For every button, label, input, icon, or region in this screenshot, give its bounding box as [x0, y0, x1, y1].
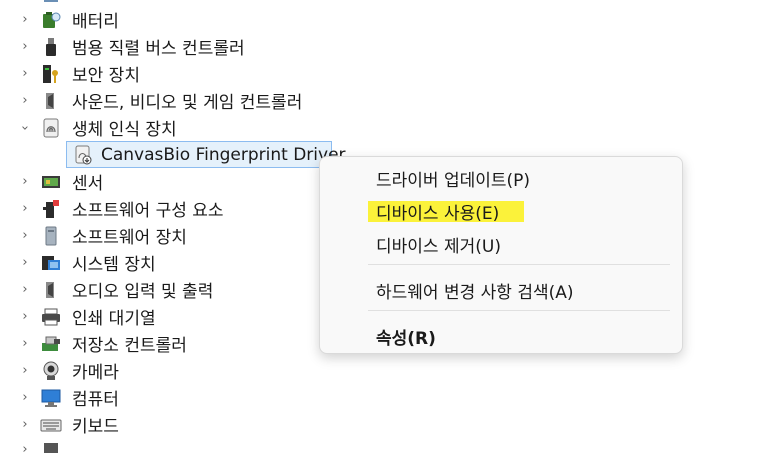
sensor-icon: [40, 171, 62, 193]
tree-item-label: 카메라: [72, 363, 119, 383]
chevron-right-icon[interactable]: ›: [18, 39, 32, 54]
menu-separator: [368, 310, 670, 311]
computer-icon: [40, 387, 62, 409]
fingerprint-icon: [72, 144, 94, 166]
menu-item-uninstall-device[interactable]: 디바이스 제거(U): [376, 232, 501, 257]
tree-item-label: 오디오 입력 및 출력: [72, 282, 214, 302]
software-device-icon: [40, 225, 62, 247]
tree-item-label: 소프트웨어 구성 요소: [72, 201, 224, 221]
menu-item-scan-hardware-changes[interactable]: 하드웨어 변경 사항 검색(A): [376, 278, 574, 303]
storage-controller-icon: [40, 333, 62, 355]
tree-item-label: 사운드, 비디오 및 게임 컨트롤러: [72, 93, 303, 113]
battery-icon: [40, 9, 62, 31]
chevron-right-icon[interactable]: ›: [18, 442, 32, 457]
menu-item-properties[interactable]: 속성(R): [376, 324, 436, 349]
chevron-right-icon[interactable]: ›: [18, 363, 32, 378]
security-device-icon: [40, 63, 62, 85]
camera-icon: [40, 360, 62, 382]
software-component-icon: [40, 198, 62, 220]
chevron-right-icon[interactable]: ›: [18, 255, 32, 270]
tree-item-label: CanvasBio Fingerprint Driver: [101, 144, 346, 165]
device-icon: [40, 0, 62, 8]
chevron-right-icon[interactable]: ›: [18, 66, 32, 81]
chevron-right-icon[interactable]: ›: [18, 309, 32, 324]
chevron-down-icon[interactable]: ›: [18, 121, 33, 135]
tree-item-label: 컴퓨터: [72, 390, 119, 410]
chevron-right-icon[interactable]: ›: [18, 336, 32, 351]
context-menu: 드라이버 업데이트(P) 디바이스 사용(E) 디바이스 제거(U) 하드웨어 …: [319, 156, 683, 354]
tree-item-label: 배터리: [72, 12, 119, 32]
chevron-right-icon[interactable]: ›: [18, 390, 32, 405]
tree-item-label: 보안 장치: [72, 66, 140, 86]
tree-item-label: 저장소 컨트롤러: [72, 336, 187, 356]
usb-icon: [40, 36, 62, 58]
tree-item-label: 소프트웨어 장치: [72, 228, 187, 248]
tree-item-label: 범용 직렬 버스 컨트롤러: [72, 39, 245, 59]
chevron-right-icon[interactable]: ›: [18, 93, 32, 108]
chevron-right-icon[interactable]: ›: [18, 201, 32, 216]
system-device-icon: [40, 252, 62, 274]
tree-item-label: 키보드: [72, 417, 119, 437]
printer-icon: [40, 306, 62, 328]
tree-item-label: 센서: [72, 174, 104, 194]
chevron-right-icon[interactable]: ›: [18, 12, 32, 27]
tree-item-label: 시스템 장치: [72, 255, 156, 275]
menu-item-enable-device[interactable]: 디바이스 사용(E): [376, 199, 499, 224]
chevron-right-icon[interactable]: ›: [18, 417, 32, 432]
chevron-right-icon[interactable]: ›: [18, 228, 32, 243]
speaker-icon: [40, 90, 62, 112]
chevron-right-icon[interactable]: ›: [18, 174, 32, 189]
chevron-right-icon[interactable]: ›: [18, 282, 32, 297]
keyboard-icon: [40, 414, 62, 436]
biometric-icon: [40, 117, 62, 139]
menu-separator: [368, 264, 670, 265]
chevron-right-icon[interactable]: ›: [18, 0, 32, 4]
audio-io-icon: [40, 279, 62, 301]
menu-item-update-driver[interactable]: 드라이버 업데이트(P): [376, 166, 530, 191]
tree-item-label: 인쇄 대기열: [72, 309, 156, 329]
tree-item-label: 생체 인식 장치: [72, 120, 177, 140]
